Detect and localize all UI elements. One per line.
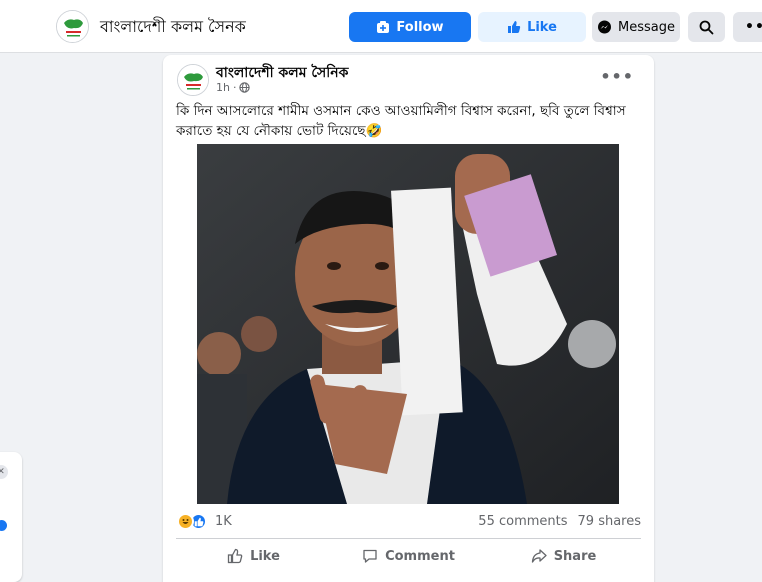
page-logo[interactable]: [56, 10, 89, 43]
like-page-label: Like: [527, 19, 557, 35]
globe-icon: [239, 82, 251, 93]
post-text: কি দিন আসলোরে শামীম ওসমান কেও আওয়ামিলীগ…: [176, 103, 626, 139]
thumbs-up-icon: [227, 548, 243, 564]
message-button[interactable]: Message: [592, 12, 680, 42]
follow-button[interactable]: Follow: [349, 12, 471, 42]
share-label: Share: [553, 548, 597, 564]
post-options-button[interactable]: •••: [600, 67, 634, 86]
follow-icon: [376, 20, 390, 34]
search-icon: [699, 20, 714, 35]
comment-button[interactable]: Comment: [331, 539, 486, 573]
share-button[interactable]: Share: [486, 539, 641, 573]
comment-count[interactable]: 55 comments: [478, 514, 567, 529]
post-photo[interactable]: [197, 144, 619, 504]
post-time[interactable]: 1h: [216, 81, 230, 94]
more-dots-icon: •••: [745, 19, 762, 35]
like-page-button[interactable]: Like: [478, 12, 586, 42]
like-button[interactable]: Like: [176, 539, 331, 573]
reaction-summary[interactable]: 1K: [177, 513, 232, 530]
post-stats: 55 comments 79 shares: [478, 514, 641, 529]
post-meta: 1h ·: [216, 81, 251, 94]
page-title: বাংলাদেশী কলম সৈনক: [100, 17, 246, 36]
message-label: Message: [618, 19, 675, 35]
page-header: বাংলাদেশী কলম সৈনক Follow Like Message •…: [0, 0, 762, 53]
more-options-button[interactable]: •••: [733, 12, 762, 42]
messenger-icon: [597, 20, 612, 35]
post-actions: Like Comment Share: [176, 539, 641, 573]
search-button[interactable]: [688, 12, 725, 42]
follow-label: Follow: [396, 19, 444, 35]
haha-reaction-icon: [177, 513, 194, 530]
avatar[interactable]: [177, 64, 209, 96]
post-card: বাংলাদেশী কলম সৈনিক 1h · ••• কি দিন আসলো…: [163, 55, 654, 582]
reaction-count: 1K: [215, 514, 232, 529]
comment-label: Comment: [385, 548, 455, 564]
share-count[interactable]: 79 shares: [578, 514, 641, 529]
thumbs-up-icon: [507, 20, 521, 34]
like-label: Like: [250, 548, 280, 564]
share-icon: [531, 548, 547, 564]
comment-icon: [362, 548, 378, 564]
